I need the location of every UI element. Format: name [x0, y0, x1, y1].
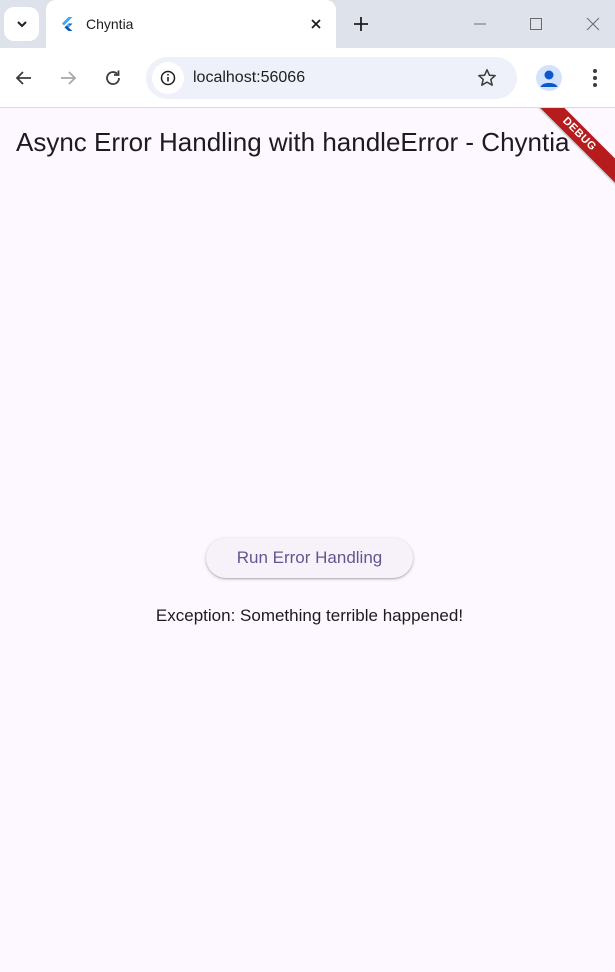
app-viewport: Async Error Handling with handleError - … — [0, 108, 615, 972]
url-text: localhost:56066 — [193, 69, 306, 86]
close-icon — [586, 17, 600, 31]
browser-toolbar: localhost:56066 — [0, 48, 615, 108]
page-title: Async Error Handling with handleError - … — [16, 127, 570, 157]
tab-title: Chyntia — [86, 16, 134, 32]
bookmark-button[interactable] — [476, 67, 498, 89]
forward-button[interactable] — [53, 63, 83, 93]
close-tab-button[interactable] — [306, 14, 326, 34]
reload-icon — [106, 70, 120, 85]
flutter-logo-icon — [62, 17, 73, 31]
avatar-icon — [540, 70, 558, 87]
profile-button[interactable] — [536, 65, 562, 91]
tab-strip: Chyntia — [0, 0, 615, 48]
maximize-icon — [530, 18, 542, 30]
arrow-right-icon — [61, 71, 77, 85]
back-button[interactable] — [9, 63, 39, 93]
chevron-down-icon — [16, 21, 27, 28]
site-info-button[interactable] — [152, 62, 184, 94]
new-tab-button[interactable] — [350, 13, 372, 35]
address-bar[interactable]: localhost:56066 — [146, 57, 517, 99]
info-icon — [160, 70, 176, 86]
close-icon — [311, 19, 321, 29]
result-message: Exception: Something terrible happened! — [155, 606, 464, 625]
reload-button[interactable] — [98, 63, 128, 93]
plus-icon — [354, 17, 368, 31]
run-error-handling-button[interactable]: Run Error Handling — [206, 538, 413, 578]
browser-tab[interactable]: Chyntia — [46, 0, 336, 48]
arrow-left-icon — [15, 71, 31, 85]
close-window-button[interactable] — [581, 12, 605, 36]
kebab-menu-icon — [593, 69, 597, 87]
minimize-button[interactable] — [468, 12, 492, 36]
tab-search-button[interactable] — [4, 7, 39, 41]
minimize-icon — [474, 23, 486, 25]
star-icon — [478, 69, 496, 86]
browser-menu-button[interactable] — [584, 64, 606, 92]
maximize-button[interactable] — [524, 12, 548, 36]
